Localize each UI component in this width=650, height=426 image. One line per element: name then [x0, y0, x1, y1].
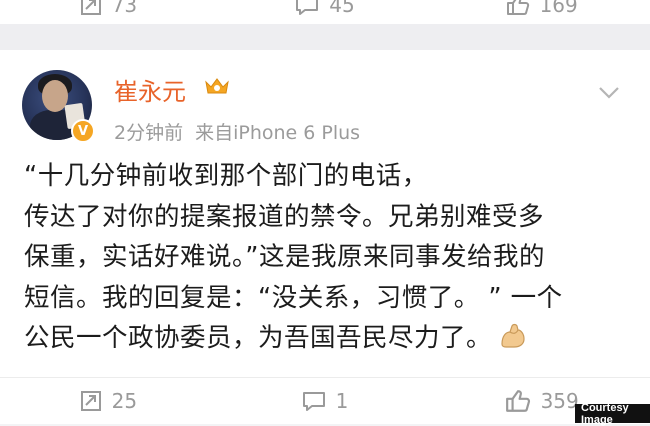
- repost-action[interactable]: 73: [0, 0, 217, 17]
- post-line: 传达了对你的提案报道的禁令。兄弟别难受多: [24, 201, 545, 232]
- post-line: 公民一个政协委员，为吾国吾民尽力了。: [24, 323, 493, 353]
- comment-action[interactable]: 45: [217, 0, 434, 17]
- comment-count: 1: [335, 389, 349, 413]
- repost-count: 25: [111, 389, 138, 413]
- like-icon: [506, 0, 529, 15]
- repost-count: 73: [111, 0, 138, 17]
- post-action-bar: 25 1 359: [0, 377, 650, 424]
- like-count: 359: [540, 389, 579, 413]
- vip-crown-icon: [205, 78, 229, 94]
- author-name[interactable]: 崔永元: [114, 72, 186, 107]
- post-body: “十几分钟前收到那个部门的电话， 传达了对你的提案报道的禁令。兄弟别难受多 保重…: [24, 156, 636, 359]
- chevron-down-icon[interactable]: [598, 86, 620, 100]
- post-source: 来自iPhone 6 Plus: [195, 122, 361, 144]
- post-line: 短信。我的回复是：“没关系，习惯了。 ” 一个: [24, 282, 563, 313]
- repost-icon: [80, 391, 101, 411]
- comment-icon: [296, 0, 319, 15]
- comment-icon: [302, 392, 325, 411]
- previous-post-action-bar: 73 45 169: [0, 0, 650, 24]
- feed-divider: [0, 24, 650, 50]
- post-line: 保重，实话好难说。”这是我原来同事发给我的: [24, 242, 545, 272]
- post-time: 2分钟前: [114, 122, 184, 144]
- comment-action[interactable]: 1: [217, 389, 434, 413]
- post-meta: 2分钟前 来自iPhone 6 Plus: [114, 118, 360, 145]
- post-line: “十几分钟前收到那个部门的电话，: [24, 161, 428, 191]
- like-count: 169: [539, 0, 578, 17]
- weibo-post-card[interactable]: V 崔永元 2分钟前 来自iPhone 6 Plus “十几分钟前收到那个部门的…: [0, 50, 650, 377]
- image-credit: Courtesy Image: [575, 402, 650, 426]
- comment-count: 45: [329, 0, 355, 17]
- repost-action[interactable]: 25: [0, 389, 217, 413]
- flexed-biceps-icon: [501, 323, 525, 348]
- verified-badge-icon: V: [71, 119, 95, 143]
- like-action[interactable]: 169: [433, 0, 650, 17]
- like-icon: [505, 390, 530, 412]
- repost-icon: [80, 0, 101, 15]
